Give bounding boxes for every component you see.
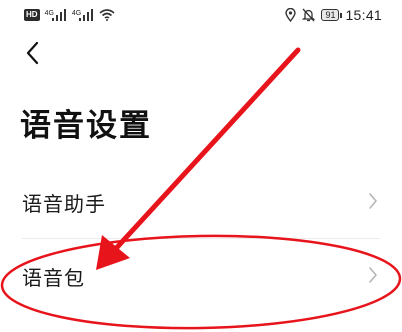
wifi-icon [99, 9, 115, 21]
battery-icon: 91 [321, 9, 343, 21]
divider [22, 238, 380, 239]
network-type-label: 4G [71, 10, 82, 17]
signal-group-1: 4G [45, 9, 67, 21]
chevron-right-icon [369, 267, 377, 283]
mute-icon [302, 8, 316, 22]
page-title: 语音设置 [20, 108, 152, 144]
list-item-voice-assistant[interactable]: 语音助手 [0, 174, 402, 230]
list-item-voice-pack[interactable]: 语音包 [0, 248, 402, 304]
chevron-right-icon [369, 193, 377, 209]
status-bar-left: HD 4G 4G [24, 7, 115, 23]
back-button[interactable] [18, 36, 48, 70]
hd-icon: HD [24, 9, 40, 21]
status-bar: HD 4G 4G 91 15:41 [0, 0, 402, 30]
status-bar-right: 91 15:41 [285, 7, 382, 23]
chevron-left-icon [26, 41, 39, 65]
clock: 15:41 [345, 7, 382, 23]
list-item-label: 语音包 [22, 266, 85, 290]
signal-group-2: 4G [72, 9, 94, 21]
network-type-label: 4G [44, 10, 54, 17]
location-icon [285, 8, 297, 22]
list-item-label: 语音助手 [22, 192, 106, 216]
